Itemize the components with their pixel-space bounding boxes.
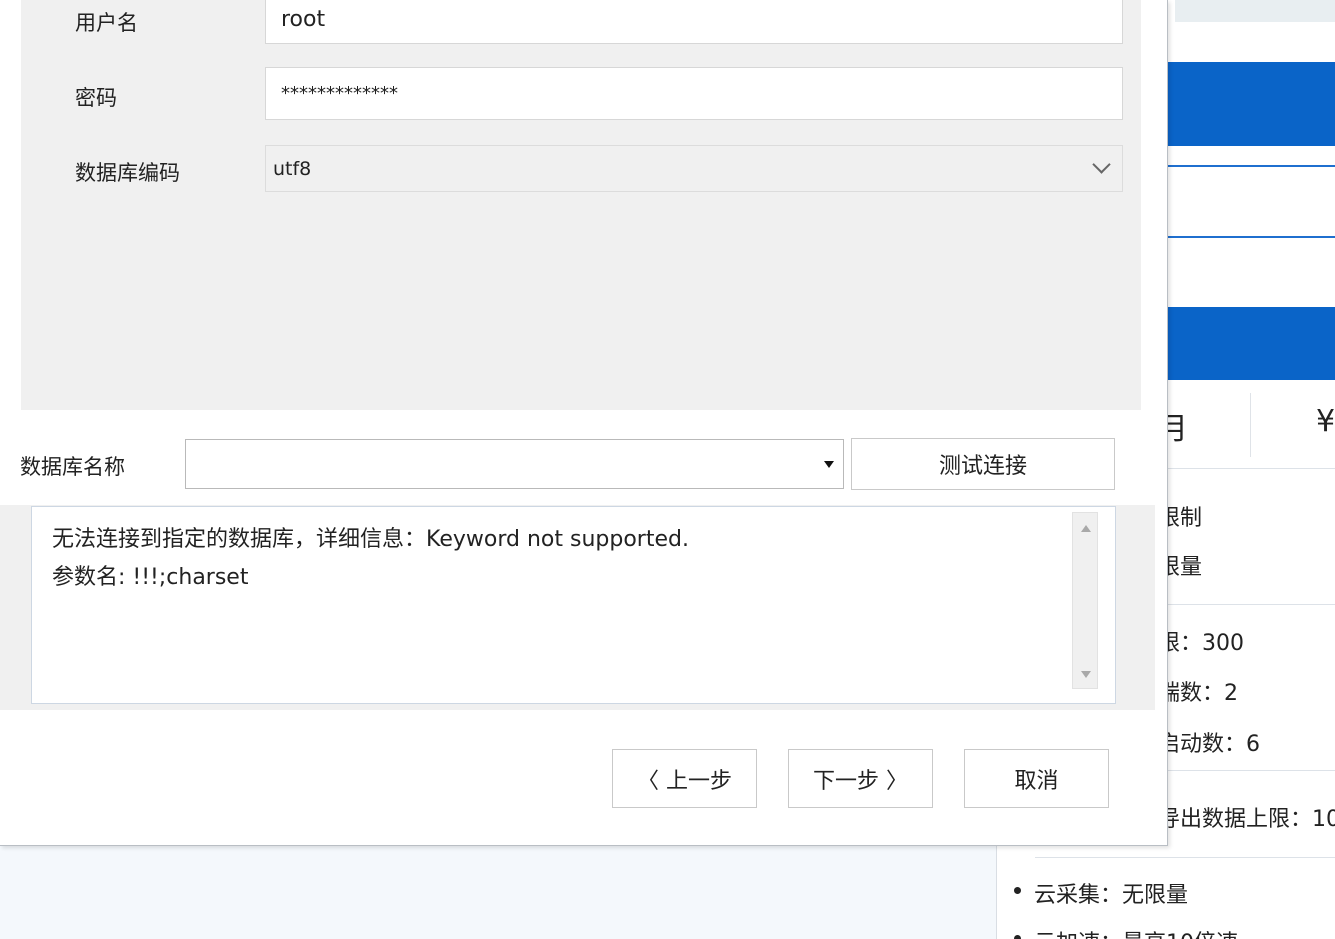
- feature-list: 云采集：无限量 云加速：最高10倍速: [996, 845, 1335, 939]
- password-input[interactable]: *************: [265, 67, 1123, 120]
- error-message-line: 无法连接到指定的数据库，详细信息：Keyword not supported.: [52, 527, 689, 552]
- error-message-line: 参数名: !!!;charset: [52, 565, 249, 590]
- database-name-combobox[interactable]: [185, 439, 844, 489]
- pricing-divider: [1168, 236, 1335, 238]
- username-label: 用户名: [75, 11, 138, 35]
- feature-divider: [1035, 857, 1335, 858]
- scroll-up-arrow-icon[interactable]: [1081, 525, 1091, 532]
- password-value: *************: [281, 83, 398, 104]
- bullet-icon: [1014, 887, 1021, 894]
- cancel-button[interactable]: 取消: [964, 749, 1109, 808]
- scroll-down-arrow-icon[interactable]: [1081, 671, 1091, 678]
- database-connection-dialog: 用户名 root 密码 ************* 数据库编码 utf8 数据库…: [0, 0, 1168, 846]
- encoding-label: 数据库编码: [75, 161, 180, 185]
- encoding-select[interactable]: utf8: [265, 145, 1123, 192]
- username-input[interactable]: root: [265, 0, 1123, 44]
- chevron-down-icon: [1092, 155, 1111, 174]
- pricing-top-bar: [1175, 0, 1335, 22]
- bullet-icon: [1014, 935, 1021, 939]
- pricing-item: 端数：2: [1158, 681, 1238, 706]
- pricing-divider: [1168, 770, 1335, 771]
- next-step-button[interactable]: 下一步 〉: [788, 749, 933, 808]
- pricing-col-separator: [1250, 393, 1251, 457]
- error-message-box[interactable]: 无法连接到指定的数据库，详细信息：Keyword not supported. …: [31, 506, 1116, 704]
- connection-form: 用户名 root 密码 ************* 数据库编码 utf8: [21, 0, 1141, 410]
- pricing-divider: [1168, 604, 1335, 605]
- password-label: 密码: [75, 86, 117, 110]
- message-scrollbar[interactable]: [1072, 512, 1098, 689]
- pricing-divider: [1168, 468, 1335, 469]
- pricing-col-price: ¥: [1316, 404, 1335, 439]
- database-name-label: 数据库名称: [20, 455, 125, 479]
- pricing-item: 导出数据上限：100万: [1158, 807, 1335, 832]
- pricing-item: 启动数：6: [1158, 732, 1260, 757]
- test-connection-button[interactable]: 测试连接: [851, 438, 1115, 490]
- previous-step-button[interactable]: 〈 上一步: [612, 749, 757, 808]
- pricing-item: 限：300: [1158, 631, 1244, 656]
- dropdown-arrow-icon[interactable]: [824, 461, 834, 468]
- pricing-blue-header[interactable]: [1168, 62, 1335, 146]
- feature-item: 云加速：最高10倍速: [1034, 925, 1238, 939]
- pricing-blue-button[interactable]: [1168, 307, 1335, 380]
- username-value: root: [281, 6, 326, 32]
- feature-item: 云采集：无限量: [1034, 883, 1189, 908]
- pricing-divider: [1168, 165, 1335, 167]
- encoding-value: utf8: [273, 157, 312, 180]
